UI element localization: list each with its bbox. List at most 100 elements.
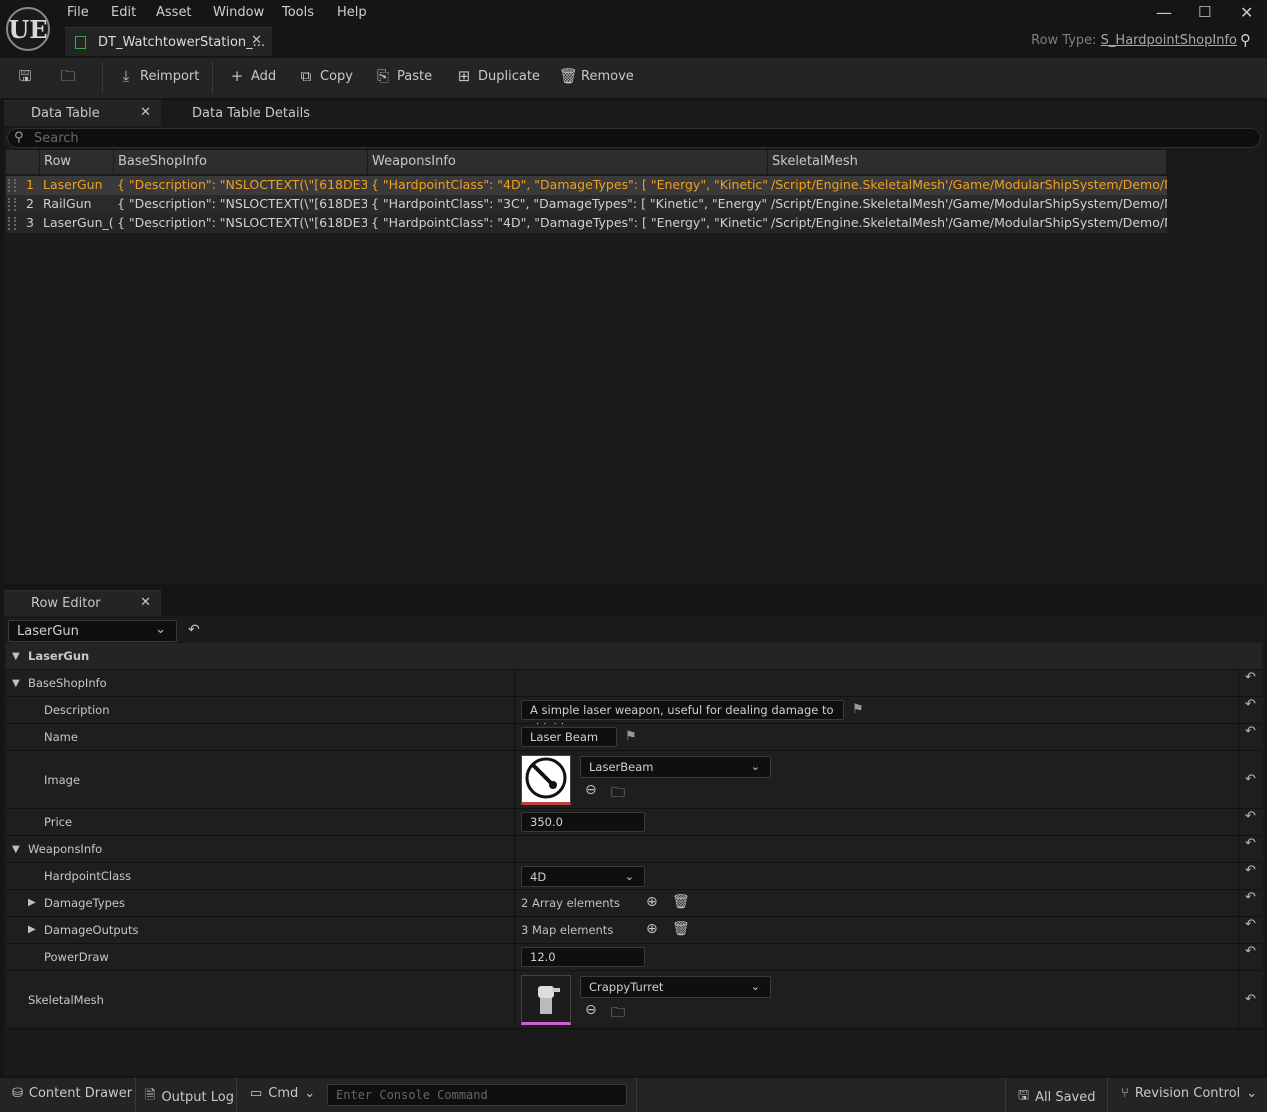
flag-icon[interactable]: ⚑ — [625, 729, 637, 744]
hardpointclass-dropdown[interactable]: 4D ⌄ — [521, 866, 645, 887]
name-field[interactable]: Laser Beam — [521, 727, 617, 747]
tab-data-table[interactable]: Data Table ✕ — [4, 100, 161, 126]
save-button[interactable]: 🖫 — [17, 68, 33, 84]
image-asset-dropdown[interactable]: LaserBeam ⌄ — [580, 756, 771, 778]
row-selector-value: LaserGun — [17, 623, 79, 639]
reset-icon[interactable]: ↶ — [1238, 724, 1262, 750]
tab-label: Row Editor — [31, 596, 101, 611]
powerdraw-field[interactable]: 12.0 — [521, 947, 645, 967]
close-window-icon[interactable]: ✕ — [1240, 3, 1253, 22]
struct-header-lasergun[interactable]: ▼ LaserGun — [6, 643, 1262, 670]
close-icon[interactable]: ✕ — [140, 595, 151, 610]
content-drawer-button[interactable]: ⛁ Content Drawer — [12, 1086, 132, 1101]
reset-icon[interactable]: ↶ — [188, 622, 200, 638]
drag-handle-icon[interactable] — [8, 198, 16, 211]
laser-icon — [525, 757, 567, 799]
use-selected-icon[interactable]: ⊖ — [585, 782, 597, 798]
menu-edit[interactable]: Edit — [111, 5, 136, 20]
close-icon[interactable]: ✕ — [251, 33, 262, 48]
tab-label: Data Table Details — [192, 105, 310, 121]
document-tab[interactable]: DT_WatchtowerStation_... ✕ — [65, 27, 272, 56]
output-log-button[interactable]: 🗎 Output Log — [145, 1086, 234, 1108]
reset-icon[interactable]: ↶ — [1238, 836, 1262, 862]
copy-button[interactable]: ⧉ Copy — [298, 68, 353, 84]
row-number: 2 — [26, 196, 34, 211]
property-label: HardpointClass — [44, 869, 132, 883]
duplicate-button[interactable]: ⊞ Duplicate — [456, 68, 540, 84]
close-icon[interactable]: ✕ — [140, 105, 151, 120]
table-row[interactable]: 3 LaserGun_( { "Description": "NSLOCTEXT… — [6, 214, 1167, 233]
row-selector-dropdown[interactable]: LaserGun ⌄ — [8, 620, 177, 642]
tab-row-editor[interactable]: Row Editor ✕ — [4, 590, 161, 616]
all-saved-button[interactable]: 🖫 All Saved — [1018, 1086, 1096, 1108]
datatable-icon — [75, 35, 86, 49]
cmd-dropdown[interactable]: ▭ Cmd ⌄ — [250, 1086, 315, 1101]
property-label: PowerDraw — [44, 950, 109, 964]
table-row[interactable]: 2 RailGun { "Description": "NSLOCTEXT(\"… — [6, 195, 1167, 214]
add-element-icon[interactable]: ⊕ — [646, 921, 658, 937]
use-selected-icon[interactable]: ⊖ — [585, 1002, 597, 1018]
image-thumbnail[interactable] — [521, 755, 571, 805]
add-button[interactable]: + Add — [229, 68, 276, 84]
paste-button[interactable]: ⎘ Paste — [375, 68, 432, 84]
reset-icon[interactable]: ↶ — [1238, 890, 1262, 916]
column-header-rowname[interactable]: Row Name — [40, 150, 114, 192]
drag-handle-icon[interactable] — [8, 217, 16, 230]
divider — [212, 62, 213, 94]
reset-icon[interactable]: ↶ — [1238, 751, 1262, 808]
expand-arrow-icon[interactable]: ▼ — [12, 678, 20, 689]
expand-arrow-icon[interactable]: ▼ — [12, 651, 20, 662]
column-header-skeletalmesh[interactable]: SkeletalMesh — [768, 150, 1167, 174]
reset-icon[interactable]: ↶ — [1238, 944, 1262, 970]
column-header-weaponsinfo[interactable]: WeaponsInfo — [368, 150, 768, 174]
console-input[interactable]: Enter Console Command — [327, 1084, 627, 1106]
minimize-icon[interactable]: — — [1156, 3, 1172, 22]
row-name: RailGun — [43, 196, 92, 211]
maximize-icon[interactable]: ☐ — [1198, 3, 1211, 21]
menu-tools[interactable]: Tools — [282, 5, 314, 20]
column-header-baseshopinfo[interactable]: BaseShopInfo — [114, 150, 368, 174]
reset-icon[interactable]: ↶ — [1238, 863, 1262, 889]
search-icon[interactable]: ⚲ — [1240, 31, 1251, 49]
revision-control-button[interactable]: ⑂ Revision Control ⌄ — [1121, 1086, 1257, 1101]
property-label: Description — [44, 703, 110, 717]
category-weaponsinfo[interactable]: ▼ WeaponsInfo ↶ — [6, 836, 1262, 863]
row-number: 3 — [26, 215, 34, 230]
description-field[interactable]: A simple laser weapon, useful for dealin… — [521, 700, 844, 735]
browse-icon[interactable]: 🗀 — [611, 1002, 625, 1026]
unreal-logo-icon[interactable]: UE — [6, 7, 50, 51]
expand-arrow-icon[interactable]: ▼ — [12, 844, 20, 855]
trash-icon[interactable]: 🗑 — [672, 894, 690, 910]
reimport-button[interactable]: ⤓ Reimport — [118, 68, 200, 84]
browse-icon[interactable]: 🗀 — [611, 782, 625, 806]
browse-button[interactable]: 🗀 — [60, 68, 76, 84]
property-hardpointclass: HardpointClass 4D ⌄ ↶ — [6, 863, 1262, 890]
divider — [1107, 1078, 1108, 1112]
reset-icon[interactable]: ↶ — [1238, 917, 1262, 943]
category-baseshopinfo[interactable]: ▼ BaseShopInfo ↶ — [6, 670, 1262, 697]
price-field[interactable]: 350.0 — [521, 812, 645, 832]
remove-button[interactable]: 🗑 Remove — [559, 68, 634, 84]
row-type-link[interactable]: S_HardpointShopInfo — [1101, 33, 1237, 48]
tab-data-table-details[interactable]: Data Table Details — [192, 100, 310, 126]
expand-arrow-icon[interactable]: ▶ — [28, 897, 36, 908]
menu-window[interactable]: Window — [213, 5, 264, 20]
menu-help[interactable]: Help — [337, 5, 367, 20]
struct-header-label: LaserGun — [28, 649, 90, 663]
drag-handle-icon[interactable] — [8, 179, 16, 192]
reset-icon[interactable]: ↶ — [1238, 971, 1262, 1028]
cell-weaponsinfo: { "HardpointClass": "4D", "DamageTypes":… — [371, 215, 767, 230]
reset-icon[interactable]: ↶ — [1238, 809, 1262, 835]
reset-icon[interactable]: ↶ — [1238, 670, 1262, 696]
menu-file[interactable]: File — [67, 5, 89, 20]
menu-asset[interactable]: Asset — [156, 5, 192, 20]
reset-icon[interactable]: ↶ — [1238, 697, 1262, 723]
trash-icon[interactable]: 🗑 — [672, 921, 690, 937]
search-input[interactable]: ⚲ Search — [7, 128, 1261, 148]
mesh-asset-dropdown[interactable]: CrappyTurret ⌄ — [580, 976, 771, 998]
add-element-icon[interactable]: ⊕ — [646, 894, 658, 910]
mesh-thumbnail[interactable] — [521, 975, 571, 1025]
table-row[interactable]: 1 LaserGun { "Description": "NSLOCTEXT(\… — [6, 176, 1167, 195]
expand-arrow-icon[interactable]: ▶ — [28, 924, 36, 935]
flag-icon[interactable]: ⚑ — [852, 702, 864, 717]
